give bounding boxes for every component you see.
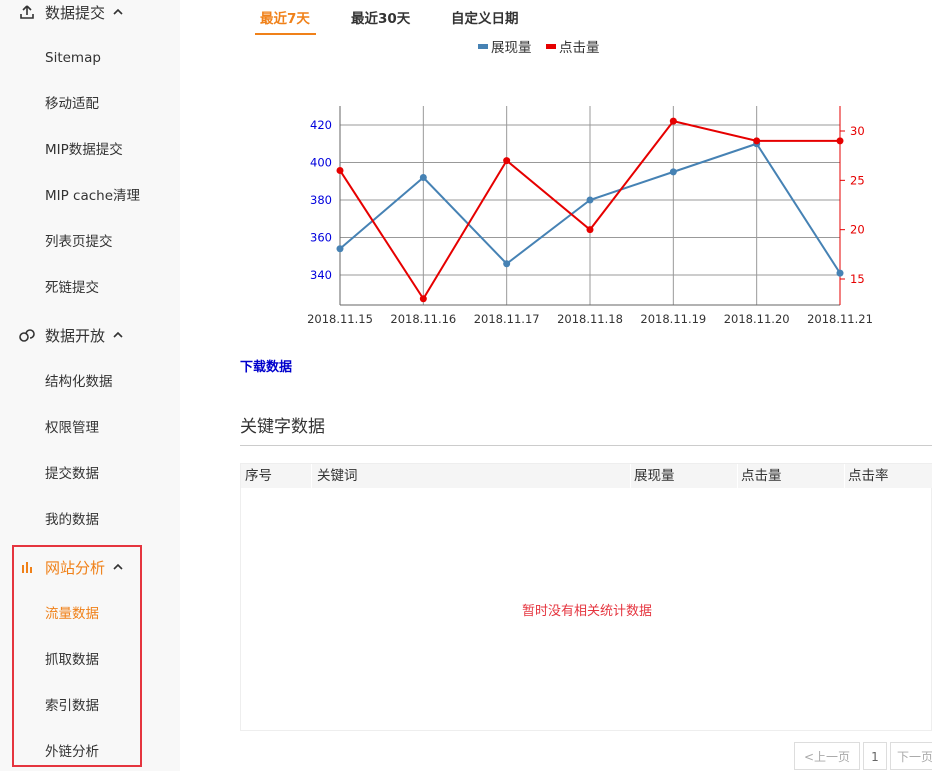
data-point-clicks: [836, 137, 844, 145]
x-tick-label: 2018.11.20: [724, 312, 790, 326]
data-point-impressions: [503, 260, 511, 268]
highlight-box: [12, 545, 142, 767]
y-left-tick-label: 360: [310, 231, 332, 245]
y-right-tick-label: 30: [850, 124, 865, 138]
data-point-impressions: [753, 140, 761, 148]
x-tick-label: 2018.11.15: [307, 312, 373, 326]
legend-swatch: [478, 43, 488, 49]
page-number-button[interactable]: 1: [863, 742, 887, 770]
data-point-impressions: [419, 174, 427, 181]
data-point-impressions: [836, 269, 844, 277]
y-right-tick-label: 25: [850, 173, 865, 187]
column-header-clicks[interactable]: 点击量: [741, 464, 782, 488]
chevron-up-icon: [112, 6, 124, 18]
tab-last-7-days[interactable]: 最近7天: [260, 9, 310, 29]
x-tick-label: 2018.11.19: [640, 312, 706, 326]
divider: [240, 445, 932, 446]
next-page-button[interactable]: 下一页: [890, 742, 932, 770]
legend-label: 展现量: [491, 40, 532, 56]
column-header-ctr[interactable]: 点击率: [848, 464, 889, 488]
data-point-clicks: [336, 166, 344, 174]
download-data-link[interactable]: 下载数据: [240, 356, 292, 375]
divider: [630, 464, 631, 488]
y-right-tick-label: 20: [850, 223, 865, 237]
column-header-index[interactable]: 序号: [245, 464, 272, 488]
section-label: 数据开放: [45, 326, 106, 345]
data-point-clicks: [586, 226, 594, 234]
divider: [737, 464, 738, 488]
column-header-keyword[interactable]: 关键词: [317, 464, 358, 488]
divider: [311, 464, 312, 488]
legend-impressions[interactable]: 展现量: [478, 36, 532, 56]
data-point-impressions: [586, 196, 594, 204]
y-left-tick-label: 400: [310, 156, 332, 170]
sidebar-item-mip-submit[interactable]: MIP数据提交: [45, 139, 123, 161]
keyword-section-title: 关键字数据: [240, 417, 325, 437]
series-line-impressions: [339, 142, 841, 274]
chevron-up-icon: [112, 329, 124, 341]
link-icon: [18, 326, 36, 344]
x-tick-label: 2018.11.17: [474, 312, 540, 326]
column-header-impressions[interactable]: 展现量: [634, 464, 675, 488]
tab-last-30-days[interactable]: 最近30天: [351, 9, 410, 29]
x-tick-label: 2018.11.18: [557, 312, 623, 326]
legend-clicks[interactable]: 点击量: [546, 36, 600, 56]
x-tick-label: 2018.11.21: [807, 312, 873, 326]
legend-label: 点击量: [559, 40, 600, 56]
sidebar-item-mip-cache[interactable]: MIP cache清理: [45, 185, 140, 207]
sidebar-item-sitemap[interactable]: Sitemap: [45, 47, 101, 69]
active-tab-indicator: [255, 33, 316, 35]
upload-icon: [18, 3, 36, 21]
divider: [844, 464, 845, 488]
sidebar-item-mobile-adapt[interactable]: 移动适配: [45, 93, 99, 115]
data-point-clicks: [753, 137, 761, 145]
data-point-impressions: [336, 245, 344, 253]
prev-page-button[interactable]: <上一页: [794, 742, 860, 770]
section-data-submit[interactable]: 数据提交: [18, 0, 124, 24]
data-point-clicks: [503, 157, 511, 165]
y-right-tick-label: 15: [850, 272, 865, 286]
legend-swatch: [546, 43, 556, 49]
tab-custom-date[interactable]: 自定义日期: [451, 9, 519, 29]
data-point-impressions: [669, 168, 677, 176]
data-point-clicks: [669, 117, 677, 125]
empty-state-message: 暂时没有相关统计数据: [521, 604, 652, 619]
sidebar-item-deadlink[interactable]: 死链提交: [45, 277, 99, 299]
keyword-table: 序号 关键词 展现量 点击量 点击率 暂时没有相关统计数据: [240, 463, 932, 731]
table-header: 序号 关键词 展现量 点击量 点击率: [241, 464, 932, 488]
sidebar-item-structured[interactable]: 结构化数据: [45, 371, 113, 393]
sidebar-item-list-submit[interactable]: 列表页提交: [45, 231, 113, 253]
section-label: 数据提交: [45, 3, 106, 22]
section-data-open[interactable]: 数据开放: [18, 323, 124, 347]
x-tick-label: 2018.11.16: [390, 312, 456, 326]
data-point-clicks: [419, 295, 427, 303]
sidebar-item-my-data[interactable]: 我的数据: [45, 509, 99, 531]
sidebar-item-permission[interactable]: 权限管理: [45, 417, 99, 439]
y-left-tick-label: 380: [310, 193, 332, 207]
series-line-clicks: [339, 120, 840, 301]
y-left-tick-label: 420: [310, 118, 332, 132]
y-left-tick-label: 340: [310, 268, 332, 282]
sidebar-item-submitted[interactable]: 提交数据: [45, 463, 99, 485]
